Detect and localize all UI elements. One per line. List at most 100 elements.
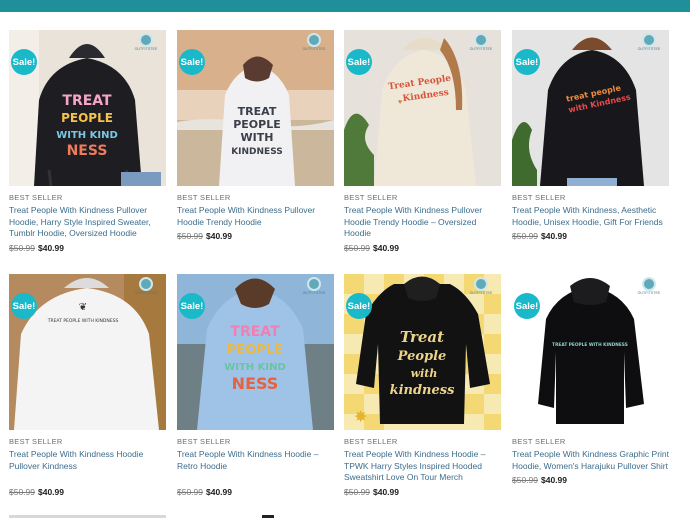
product-image[interactable]: treat people with Kindness Sale! OUTFITS… xyxy=(512,30,669,186)
product-image[interactable]: TREAT PEOPLE WITH KINDNESS Sale! OUTFITS… xyxy=(177,30,334,186)
original-price: $50.99 xyxy=(344,486,370,497)
sale-price: $40.99 xyxy=(206,231,232,241)
brand-mark-label: OUTFITSTEE xyxy=(302,47,326,51)
product-price: $50.99 $40.99 xyxy=(177,487,334,497)
sale-badge: Sale! xyxy=(346,293,372,319)
product-title-link[interactable]: Treat People With Kindness Pullover Hood… xyxy=(177,205,334,228)
sale-price: $40.99 xyxy=(373,242,399,253)
brand-logo-icon: OUTFITSTEE xyxy=(637,33,661,51)
product-image[interactable]: Treat People with kindness ✸ Sale! OUTFI… xyxy=(344,274,501,430)
svg-text:TREAT: TREAT xyxy=(62,93,112,109)
product-card[interactable]: Treat People Kindness ♥ Sale! OUTFITSTEE… xyxy=(344,30,501,253)
product-title-link[interactable]: Treat People With Kindness Hoodie Pullov… xyxy=(9,449,166,472)
product-card[interactable]: TREAT PEOPLE WITH KIND NESS Sale! OUTFIT… xyxy=(177,274,334,497)
svg-text:KINDNESS: KINDNESS xyxy=(231,147,283,157)
brand-logo-icon: OUTFITSTEE xyxy=(134,33,158,51)
product-price: $50.99 $40.99 xyxy=(512,231,669,241)
original-price: $50.99 xyxy=(177,487,203,497)
product-title-link[interactable]: Treat People With Kindness Pullover Hood… xyxy=(344,205,501,240)
brand-mark-label: OUTFITSTEE xyxy=(637,291,661,295)
product-card[interactable]: TREAT PEOPLE WITH KIND NESS Sale! OUTFIT… xyxy=(9,30,166,253)
product-image[interactable]: ❦ TREAT PEOPLE WITH KINDNESS Sale! OUTFI… xyxy=(9,274,166,430)
svg-text:WITH KIND: WITH KIND xyxy=(224,362,286,373)
brand-logo-icon: OUTFITSTEE xyxy=(469,33,493,51)
sale-price: $40.99 xyxy=(38,242,64,253)
svg-text:❦: ❦ xyxy=(79,302,87,313)
original-price: $50.99 xyxy=(177,231,203,241)
svg-text:WITH: WITH xyxy=(241,131,274,144)
brand-logo-icon: OUTFITSTEE xyxy=(302,33,326,51)
product-category: BEST SELLER xyxy=(9,437,63,446)
sale-badge: Sale! xyxy=(514,49,540,75)
original-price: $50.99 xyxy=(344,242,370,253)
sale-badge: Sale! xyxy=(514,293,540,319)
product-image[interactable]: Treat People Kindness ♥ Sale! OUTFITSTEE xyxy=(344,30,501,186)
brand-mark-label: OUTFITSTEE xyxy=(637,47,661,51)
product-price: $50.99 $40.99 xyxy=(177,231,334,241)
original-price: $50.99 xyxy=(9,487,35,497)
original-price: $50.99 xyxy=(512,231,538,241)
svg-text:TREAT PEOPLE WITH KINDNESS: TREAT PEOPLE WITH KINDNESS xyxy=(47,318,119,324)
brand-logo-icon: OUTFITSTEE xyxy=(637,277,661,295)
product-card[interactable]: TREAT PEOPLE WITH KINDNESS Sale! OUTFITS… xyxy=(177,30,334,241)
sale-badge: Sale! xyxy=(11,49,37,75)
sale-price: $40.99 xyxy=(38,487,64,497)
svg-text:People: People xyxy=(397,349,447,364)
product-card[interactable]: treat people with Kindness Sale! OUTFITS… xyxy=(512,30,669,241)
svg-text:WITH KIND: WITH KIND xyxy=(56,130,118,141)
svg-text:NESS: NESS xyxy=(67,143,108,159)
product-card[interactable]: ❦ TREAT PEOPLE WITH KINDNESS Sale! OUTFI… xyxy=(9,274,166,497)
svg-text:kindness: kindness xyxy=(390,383,456,398)
svg-text:TREAT: TREAT xyxy=(230,324,280,340)
sale-price: $40.99 xyxy=(373,486,399,497)
product-category: BEST SELLER xyxy=(177,437,231,446)
svg-text:♥: ♥ xyxy=(398,99,402,106)
product-price: $50.99 $40.99 xyxy=(9,243,166,253)
brand-mark-label: OUTFITSTEE xyxy=(469,47,493,51)
original-price: $50.99 xyxy=(9,242,35,253)
top-bar xyxy=(0,0,690,12)
brand-mark-label: OUTFITSTEE xyxy=(469,291,493,295)
svg-text:✸: ✸ xyxy=(354,409,367,426)
product-price: $50.99 $40.99 xyxy=(512,475,669,485)
svg-text:PEOPLE: PEOPLE xyxy=(61,111,113,125)
product-title-link[interactable]: Treat People With Kindness Hoodie – TPWK… xyxy=(344,449,501,484)
svg-text:NESS: NESS xyxy=(232,374,279,393)
product-category: BEST SELLER xyxy=(512,193,566,202)
product-title-link[interactable]: Treat People With Kindness Graphic Print… xyxy=(512,449,669,472)
svg-text:with: with xyxy=(411,367,438,380)
original-price: $50.99 xyxy=(512,475,538,485)
svg-text:TREAT PEOPLE WITH KINDNESS: TREAT PEOPLE WITH KINDNESS xyxy=(552,342,628,348)
brand-mark-label: OUTFITSTEE xyxy=(134,291,158,295)
svg-text:PEOPLE: PEOPLE xyxy=(227,343,283,358)
product-category: BEST SELLER xyxy=(177,193,231,202)
product-image[interactable]: TREAT PEOPLE WITH KINDNESS Sale! OUTFITS… xyxy=(512,274,669,430)
product-card[interactable]: TREAT PEOPLE WITH KINDNESS Sale! OUTFITS… xyxy=(512,274,669,485)
product-title-link[interactable]: Treat People With Kindness Hoodie – Retr… xyxy=(177,449,334,472)
sale-price: $40.99 xyxy=(541,475,567,485)
product-price: $50.99 $40.99 xyxy=(9,487,166,497)
sale-badge: Sale! xyxy=(179,49,205,75)
brand-mark-label: OUTFITSTEE xyxy=(134,47,158,51)
product-category: BEST SELLER xyxy=(344,437,398,446)
product-price: $50.99 $40.99 xyxy=(344,487,501,497)
sale-badge: Sale! xyxy=(179,293,205,319)
sale-badge: Sale! xyxy=(346,49,372,75)
brand-logo-icon: OUTFITSTEE xyxy=(134,277,158,295)
svg-text:Treat: Treat xyxy=(400,328,444,346)
sale-badge: Sale! xyxy=(11,293,37,319)
svg-text:PEOPLE: PEOPLE xyxy=(233,118,281,131)
product-title-link[interactable]: Treat People With Kindness, Aesthetic Ho… xyxy=(512,205,669,228)
product-title-link[interactable]: Treat People With Kindness Pullover Hood… xyxy=(9,205,166,240)
sale-price: $40.99 xyxy=(541,231,567,241)
svg-text:TREAT: TREAT xyxy=(238,105,277,118)
product-category: BEST SELLER xyxy=(344,193,398,202)
product-image[interactable]: TREAT PEOPLE WITH KIND NESS Sale! OUTFIT… xyxy=(177,274,334,430)
brand-logo-icon: OUTFITSTEE xyxy=(469,277,493,295)
product-price: $50.99 $40.99 xyxy=(344,243,501,253)
sale-price: $40.99 xyxy=(206,487,232,497)
product-image[interactable]: TREAT PEOPLE WITH KIND NESS Sale! OUTFIT… xyxy=(9,30,166,186)
product-category: BEST SELLER xyxy=(9,193,63,202)
brand-mark-label: OUTFITSTEE xyxy=(302,291,326,295)
product-card[interactable]: Treat People with kindness ✸ Sale! OUTFI… xyxy=(344,274,501,497)
